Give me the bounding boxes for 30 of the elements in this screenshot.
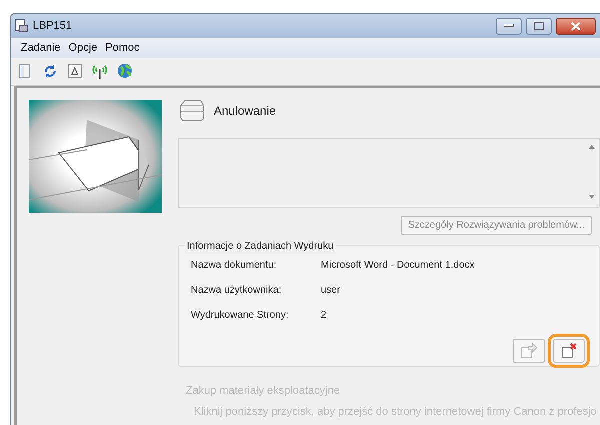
maximize-icon (534, 22, 544, 30)
tray-icon (67, 63, 84, 80)
toolbar-button[interactable] (67, 63, 84, 80)
minimize-icon (504, 24, 514, 28)
toolbar-button[interactable] (117, 63, 134, 80)
document-delete-icon (560, 342, 578, 360)
refresh-icon (42, 63, 59, 80)
document-forward-icon (520, 342, 538, 360)
menu-item[interactable]: Zadanie (17, 40, 65, 56)
status-title: Anulowanie (214, 103, 276, 120)
field-label: Nazwa użytkownika: (191, 284, 283, 298)
menu-item[interactable]: Opcje (64, 40, 102, 56)
maximize-button[interactable] (526, 18, 552, 34)
menu-item[interactable]: Pomoc (102, 40, 144, 56)
group-title: Informacje o Zadaniach Wydruku (185, 239, 336, 254)
field-value: Microsoft Word - Document 1.docx (321, 259, 475, 273)
toolbar-button[interactable] (92, 63, 109, 80)
field-value: user (321, 284, 340, 298)
field-label: Nazwa dokumentu: (191, 259, 278, 273)
field-label: Wydrukowane Strony: (191, 309, 290, 323)
field-value: 2 (321, 309, 327, 323)
printer-icon (178, 100, 206, 122)
toolbar-button[interactable] (42, 63, 59, 80)
window-title: LBP151 (33, 18, 72, 34)
close-button[interactable] (556, 18, 596, 34)
app-icon (15, 19, 29, 33)
globe-icon (117, 63, 134, 80)
antenna-icon (92, 63, 109, 80)
minimize-button[interactable] (496, 18, 522, 34)
close-icon (571, 22, 581, 30)
